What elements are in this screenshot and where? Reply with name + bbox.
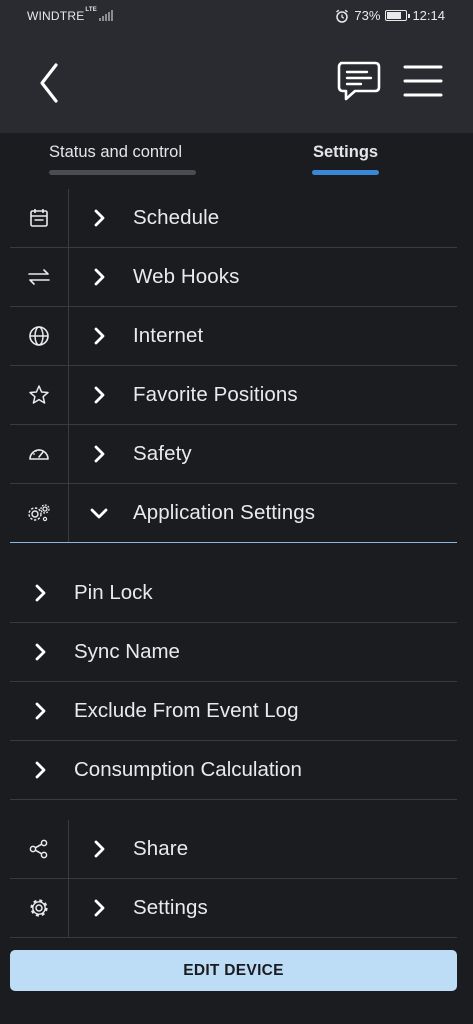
globe-icon	[29, 326, 49, 346]
chevron-right-icon	[94, 840, 105, 858]
menu-item-label: Internet	[133, 324, 204, 347]
chevron-right-icon	[94, 445, 105, 463]
chevron-right-icon	[94, 386, 105, 404]
tab-status-and-control[interactable]: Status and control	[49, 143, 182, 162]
calendar-icon	[30, 209, 48, 227]
submenu-item-label: Sync Name	[74, 640, 180, 663]
chevron-right-icon	[94, 209, 105, 227]
submenu-item-exclude-from-event-log[interactable]: Exclude From Event Log	[10, 682, 457, 741]
menu-item-label: Web Hooks	[133, 265, 240, 288]
network-type: LTE	[85, 7, 97, 13]
chevron-right-icon	[94, 327, 105, 345]
hamburger-menu-icon	[403, 65, 443, 97]
alarm-icon	[335, 9, 349, 23]
menu-item-share[interactable]: Share	[10, 820, 457, 879]
submenu-item-label: Pin Lock	[74, 581, 153, 604]
chat-button[interactable]	[335, 59, 383, 105]
menu-item-favorite-positions[interactable]: Favorite Positions	[10, 366, 457, 425]
status-bar: WINDTRE LTE 73% 12:14	[0, 0, 473, 33]
carrier-info: WINDTRE LTE	[27, 7, 113, 23]
tab-settings[interactable]: Settings	[313, 143, 378, 162]
menu-item-label: Settings	[133, 896, 208, 919]
carrier-name: WINDTRE	[27, 9, 85, 23]
menu-item-internet[interactable]: Internet	[10, 307, 457, 366]
chevron-right-icon	[35, 643, 46, 661]
menu-item-label: Share	[133, 837, 189, 860]
chevron-right-icon	[35, 761, 46, 779]
battery-percent: 73%	[354, 8, 381, 23]
chevron-right-icon	[94, 899, 105, 917]
tab-indicator-settings-active	[312, 170, 379, 175]
submenu-item-label: Exclude From Event Log	[74, 699, 299, 722]
menu-item-label: Safety	[133, 442, 192, 465]
tab-bar: Status and control Settings	[0, 133, 473, 183]
chevron-right-icon	[35, 702, 46, 720]
menu-item-application-settings[interactable]: Application Settings	[10, 484, 457, 543]
submenu-item-consumption-calculation[interactable]: Consumption Calculation	[10, 741, 457, 800]
menu-item-settings[interactable]: Settings	[10, 879, 457, 938]
menu-item-web-hooks[interactable]: Web Hooks	[10, 248, 457, 307]
chat-icon	[337, 61, 381, 101]
gears-icon	[28, 504, 50, 522]
gauge-icon	[29, 449, 49, 460]
menu-item-schedule[interactable]: Schedule	[10, 189, 457, 248]
chevron-down-icon	[90, 508, 108, 519]
signal-strength-icon	[98, 9, 113, 21]
menu-item-label: Schedule	[133, 206, 220, 229]
swap-arrows-icon	[28, 269, 50, 285]
app-header	[0, 33, 473, 133]
chevron-right-icon	[35, 584, 46, 602]
menu-item-label: Favorite Positions	[133, 383, 298, 406]
submenu-item-pin-lock[interactable]: Pin Lock	[10, 564, 457, 623]
submenu-item-sync-name[interactable]: Sync Name	[10, 623, 457, 682]
back-button[interactable]	[30, 61, 70, 105]
menu-item-label: Application Settings	[133, 501, 316, 524]
menu-item-safety[interactable]: Safety	[10, 425, 457, 484]
clock-time: 12:14	[412, 8, 445, 23]
edit-device-button[interactable]: EDIT DEVICE	[10, 950, 457, 991]
gear-icon	[30, 899, 48, 917]
battery-icon	[385, 10, 411, 21]
back-arrow-icon	[40, 63, 58, 103]
star-icon	[29, 385, 49, 404]
system-status: 73% 12:14	[335, 8, 445, 23]
chevron-right-icon	[94, 268, 105, 286]
menu-button[interactable]	[400, 61, 446, 101]
share-icon	[29, 839, 48, 859]
tab-indicator-status	[49, 170, 196, 175]
submenu-item-label: Consumption Calculation	[74, 758, 302, 781]
